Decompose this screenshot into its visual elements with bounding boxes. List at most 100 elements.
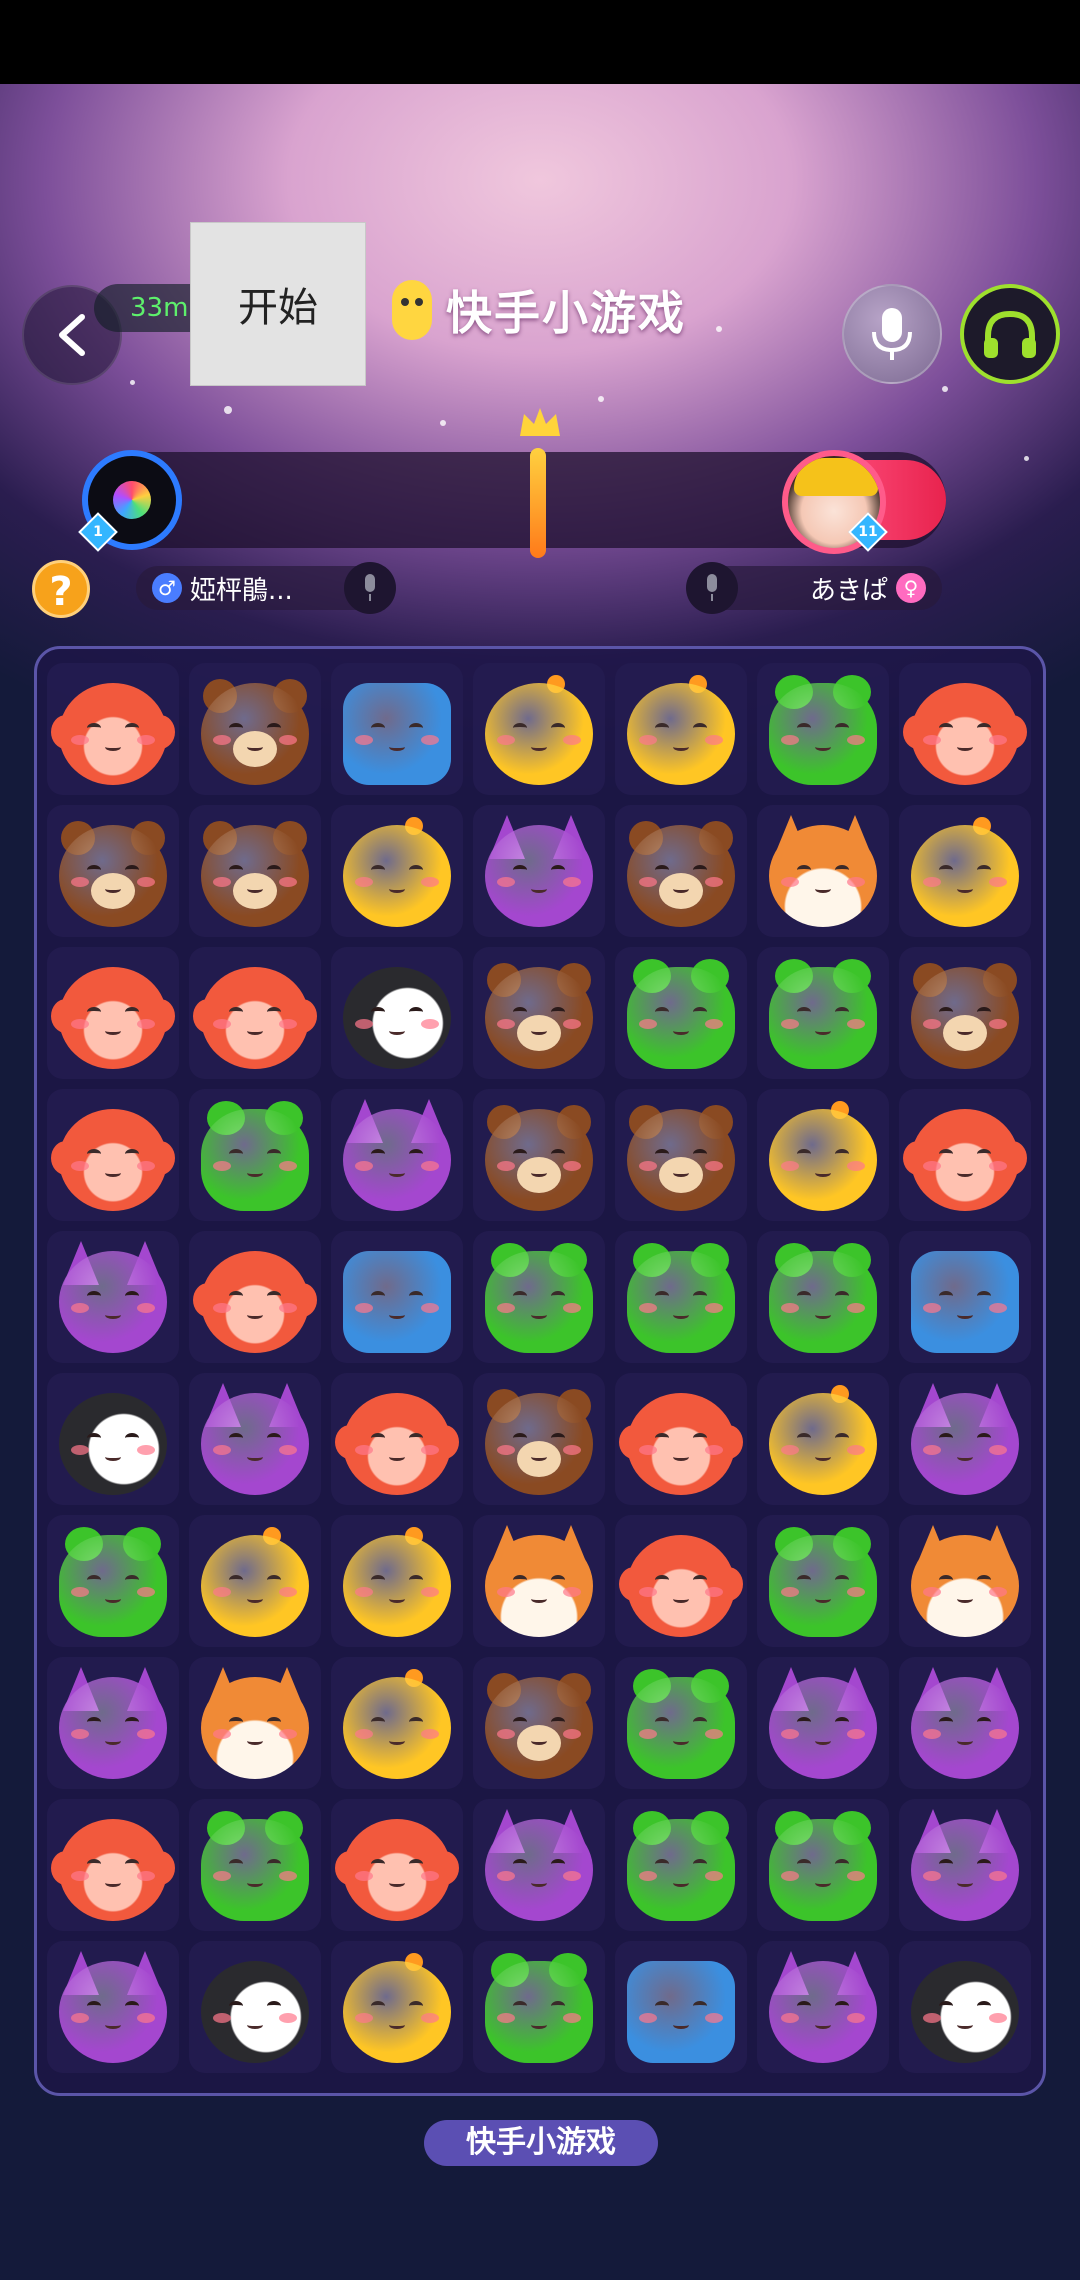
- mouth: [815, 1737, 831, 1745]
- mouth: [389, 743, 405, 751]
- board-cell[interactable]: [615, 1515, 747, 1647]
- board-cell[interactable]: [757, 1089, 889, 1221]
- board-cell[interactable]: [757, 1515, 889, 1647]
- board-cell[interactable]: [189, 1089, 321, 1221]
- board-cell[interactable]: [899, 1373, 1031, 1505]
- eye: [229, 865, 243, 875]
- blush: [71, 1871, 89, 1881]
- board-cell[interactable]: [47, 1657, 179, 1789]
- board-cell[interactable]: [899, 805, 1031, 937]
- blush: [497, 1303, 515, 1313]
- board-cell[interactable]: [757, 663, 889, 795]
- board-cell[interactable]: [47, 1089, 179, 1221]
- board-cell[interactable]: [615, 663, 747, 795]
- board-cell[interactable]: [615, 947, 747, 1079]
- board-cell[interactable]: [757, 1799, 889, 1931]
- board-cell[interactable]: [473, 1515, 605, 1647]
- board-cell[interactable]: [615, 805, 747, 937]
- board-cell[interactable]: [47, 947, 179, 1079]
- board-cell[interactable]: [899, 1657, 1031, 1789]
- board-cell[interactable]: [189, 1373, 321, 1505]
- board-cell[interactable]: [473, 1231, 605, 1363]
- eye: [693, 1291, 707, 1301]
- help-button[interactable]: ?: [32, 560, 90, 618]
- board-cell[interactable]: [47, 1515, 179, 1647]
- board-cell[interactable]: [757, 1231, 889, 1363]
- eye: [655, 1149, 669, 1159]
- board-cell[interactable]: [47, 1373, 179, 1505]
- board-cell[interactable]: [189, 805, 321, 937]
- board-cell[interactable]: [331, 947, 463, 1079]
- board-cell[interactable]: [899, 1941, 1031, 2073]
- board-cell[interactable]: [899, 1799, 1031, 1931]
- board-cell[interactable]: [47, 1941, 179, 2073]
- board-cell[interactable]: [757, 805, 889, 937]
- player-left-mic-button[interactable]: [344, 562, 396, 614]
- board-cell[interactable]: [615, 1231, 747, 1363]
- frog-tile-icon: [619, 1237, 743, 1357]
- board-cell[interactable]: [473, 1373, 605, 1505]
- board-cell[interactable]: [473, 1941, 605, 2073]
- board-cell[interactable]: [331, 1515, 463, 1647]
- board-cell[interactable]: [47, 663, 179, 795]
- board-cell[interactable]: [615, 1373, 747, 1505]
- board-cell[interactable]: [473, 663, 605, 795]
- cat-body: [911, 1819, 1019, 1921]
- board-cell[interactable]: [899, 1515, 1031, 1647]
- board-cell[interactable]: [473, 1799, 605, 1931]
- board-cell[interactable]: [473, 805, 605, 937]
- player-right-mic-button[interactable]: [686, 562, 738, 614]
- board-cell[interactable]: [757, 947, 889, 1079]
- frog-tile-icon: [761, 1237, 885, 1357]
- board-cell[interactable]: [615, 1089, 747, 1221]
- board-cell[interactable]: [189, 663, 321, 795]
- eye: [513, 1291, 527, 1301]
- board-cell[interactable]: [899, 947, 1031, 1079]
- board-cell[interactable]: [331, 805, 463, 937]
- board-cell[interactable]: [189, 1657, 321, 1789]
- board-cell[interactable]: [615, 1657, 747, 1789]
- monkey-tile-icon: [51, 669, 175, 789]
- blush: [71, 1303, 89, 1313]
- blush: [781, 1019, 799, 1029]
- board-cell[interactable]: [899, 663, 1031, 795]
- board-cell[interactable]: [757, 1657, 889, 1789]
- board-cell[interactable]: [899, 1089, 1031, 1221]
- board-cell[interactable]: [757, 1373, 889, 1505]
- board-cell[interactable]: [331, 1231, 463, 1363]
- start-button[interactable]: 开始: [190, 222, 366, 386]
- board-cell[interactable]: [757, 1941, 889, 2073]
- board-cell[interactable]: [473, 947, 605, 1079]
- board-cell[interactable]: [47, 1231, 179, 1363]
- headset-button[interactable]: [960, 284, 1060, 384]
- board-cell[interactable]: [899, 1231, 1031, 1363]
- board-cell[interactable]: [47, 805, 179, 937]
- board-cell[interactable]: [189, 1231, 321, 1363]
- board-cell[interactable]: [331, 1373, 463, 1505]
- board-cell[interactable]: [331, 1799, 463, 1931]
- eye: [267, 1433, 281, 1443]
- board-cell[interactable]: [473, 1657, 605, 1789]
- board-cell[interactable]: [615, 1941, 747, 2073]
- board-cell[interactable]: [331, 1941, 463, 2073]
- board-cell[interactable]: [189, 1799, 321, 1931]
- microphone-button[interactable]: [842, 284, 942, 384]
- eye: [551, 1575, 565, 1585]
- mouth: [105, 1169, 121, 1177]
- board-cell[interactable]: [189, 947, 321, 1079]
- eye: [125, 1291, 139, 1301]
- mouth: [247, 743, 263, 751]
- eye: [371, 723, 385, 733]
- board-cell[interactable]: [331, 1657, 463, 1789]
- board-cell[interactable]: [47, 1799, 179, 1931]
- mouth: [957, 1737, 973, 1745]
- board-cell[interactable]: [331, 663, 463, 795]
- board-cell[interactable]: [189, 1515, 321, 1647]
- board-cell[interactable]: [473, 1089, 605, 1221]
- board-cell[interactable]: [615, 1799, 747, 1931]
- monkey-body: [911, 1109, 1019, 1211]
- board-cell[interactable]: [331, 1089, 463, 1221]
- board-cell[interactable]: [189, 1941, 321, 2073]
- eye: [551, 1433, 565, 1443]
- blush: [923, 1303, 941, 1313]
